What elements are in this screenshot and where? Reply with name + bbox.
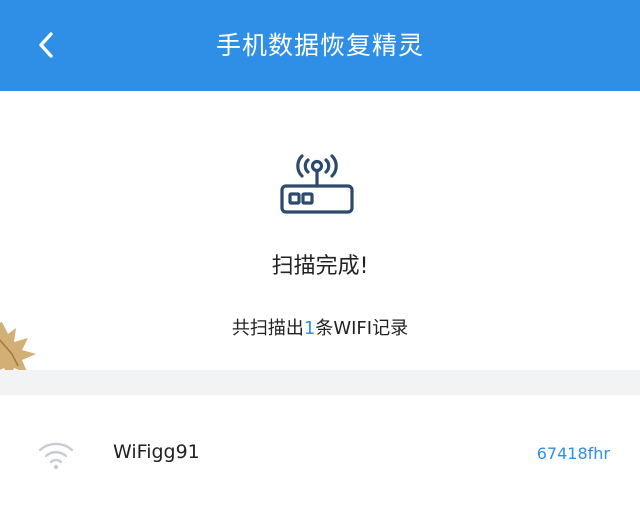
wifi-password[interactable]: 67418fhr xyxy=(537,444,610,463)
record-count: 1 xyxy=(303,318,316,339)
wifi-list-item[interactable]: WiFigg91 67418fhr xyxy=(0,395,640,511)
summary-suffix: 条WIFI记录 xyxy=(315,318,409,339)
wifi-name: WiFigg91 xyxy=(113,441,200,463)
scan-status: 扫描完成! xyxy=(271,254,369,279)
summary-prefix: 共扫描出 xyxy=(231,318,304,339)
page-title: 手机数据恢复精灵 xyxy=(215,31,424,60)
wifi-signal-icon xyxy=(38,442,74,470)
app-header: 手机数据恢复精灵 xyxy=(0,0,640,91)
section-divider xyxy=(0,370,640,395)
scan-summary: 共扫描出1条WIFI记录 xyxy=(0,314,640,340)
wifi-router-icon xyxy=(280,154,354,214)
